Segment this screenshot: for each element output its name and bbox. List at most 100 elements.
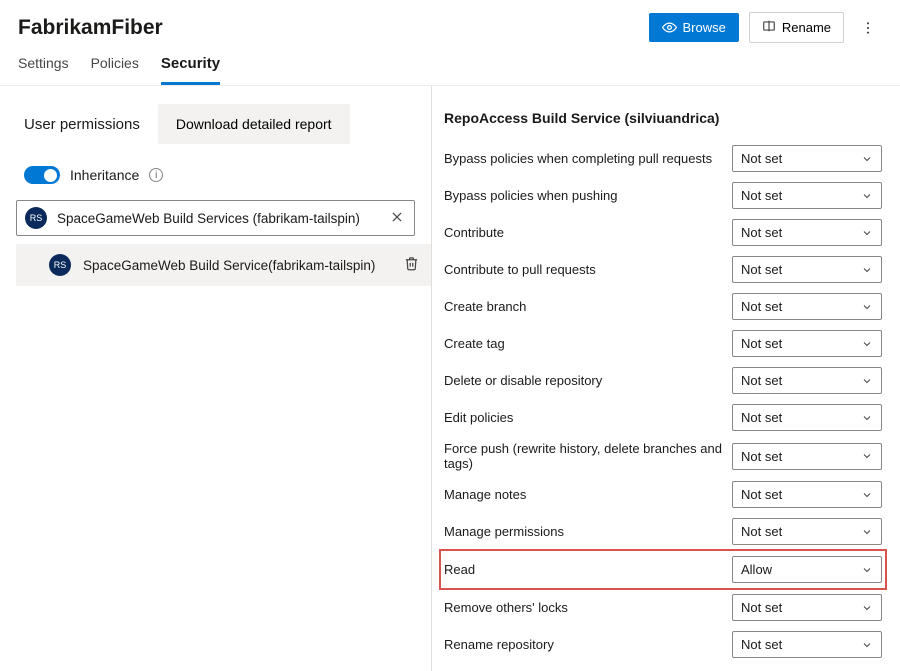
browse-label: Browse (683, 20, 726, 35)
permission-value: Not set (741, 487, 782, 502)
rename-label: Rename (782, 20, 831, 35)
user-permissions-heading: User permissions (24, 116, 140, 133)
delete-identity-button[interactable] (404, 256, 419, 274)
inheritance-toggle[interactable] (24, 166, 60, 184)
permission-select[interactable]: Not set (732, 404, 882, 431)
tab-security[interactable]: Security (161, 55, 220, 85)
download-report-button[interactable]: Download detailed report (158, 104, 350, 144)
permission-label: Create tag (444, 336, 724, 351)
permission-row: Force push (rewrite history, delete bran… (440, 436, 886, 476)
permission-value: Not set (741, 225, 782, 240)
permission-value: Not set (741, 299, 782, 314)
chevron-down-icon (861, 153, 873, 165)
page-header: FabrikamFiber Browse Rename (0, 0, 900, 43)
permission-select[interactable]: Not set (732, 256, 882, 283)
inheritance-label: Inheritance (70, 167, 139, 183)
chevron-down-icon (861, 526, 873, 538)
permission-label: Edit policies (444, 410, 724, 425)
permission-value: Not set (741, 151, 782, 166)
chevron-down-icon (861, 301, 873, 313)
eye-icon (662, 20, 677, 35)
permission-label: Manage permissions (444, 524, 724, 539)
permission-label: Create branch (444, 299, 724, 314)
permission-row: Bypass policies when pushing Not set (440, 177, 886, 214)
permission-select[interactable]: Not set (732, 330, 882, 357)
identity-list-item[interactable]: RS SpaceGameWeb Build Service(fabrikam-t… (16, 244, 431, 286)
chevron-down-icon (861, 450, 873, 462)
chevron-down-icon (861, 602, 873, 614)
chevron-down-icon (861, 264, 873, 276)
identity-search-input[interactable]: RS SpaceGameWeb Build Services (fabrikam… (16, 200, 415, 236)
permission-label: Rename repository (444, 637, 724, 652)
permissions-list: Bypass policies when completing pull req… (440, 140, 886, 663)
chevron-down-icon (861, 375, 873, 387)
permission-label: Force push (rewrite history, delete bran… (444, 441, 724, 471)
permission-select[interactable]: Not set (732, 145, 882, 172)
rename-button[interactable]: Rename (749, 12, 844, 43)
page-title: FabrikamFiber (18, 16, 649, 40)
permission-select[interactable]: Not set (732, 631, 882, 658)
permission-value: Not set (741, 262, 782, 277)
header-actions: Browse Rename (649, 12, 883, 43)
permission-row: Contribute to pull requestsNot set (440, 251, 886, 288)
permission-label: Remove others' locks (444, 600, 724, 615)
permission-value: Not set (741, 524, 782, 539)
permission-row: Manage permissions Not set (440, 513, 886, 550)
chevron-down-icon (861, 412, 873, 424)
permission-row: Create tag Not set (440, 325, 886, 362)
browse-button[interactable]: Browse (649, 13, 739, 42)
content: User permissions Download detailed repor… (0, 86, 900, 671)
avatar: RS (49, 254, 71, 276)
permission-value: Allow (741, 562, 772, 577)
permissions-heading: RepoAccess Build Service (silviuandrica) (444, 110, 886, 126)
permission-select[interactable]: Not set (732, 182, 882, 209)
more-menu-button[interactable] (854, 14, 882, 42)
right-panel: RepoAccess Build Service (silviuandrica)… (432, 86, 900, 671)
permission-row: Contribute Not set (440, 214, 886, 251)
left-panel: User permissions Download detailed repor… (0, 86, 432, 671)
permission-value: Not set (741, 410, 782, 425)
permission-row: Delete or disable repository Not set (440, 362, 886, 399)
permission-label: Contribute (444, 225, 724, 240)
permission-select[interactable]: Not set (732, 367, 882, 394)
search-value: SpaceGameWeb Build Services (fabrikam-ta… (57, 211, 388, 226)
permission-select[interactable]: Not set (732, 443, 882, 470)
info-icon[interactable]: i (149, 168, 163, 182)
permission-value: Not set (741, 188, 782, 203)
permission-select[interactable]: Not set (732, 518, 882, 545)
permission-row: Create branch Not set (440, 288, 886, 325)
permission-label: Bypass policies when pushing (444, 188, 724, 203)
left-panel-header: User permissions Download detailed repor… (16, 98, 431, 156)
permission-value: Not set (741, 637, 782, 652)
chevron-down-icon (861, 227, 873, 239)
permission-row: Rename repository Not set (440, 626, 886, 663)
permission-row: Bypass policies when completing pull req… (440, 140, 886, 177)
permission-label: Manage notes (444, 487, 724, 502)
tab-settings[interactable]: Settings (18, 55, 69, 85)
permission-label: Bypass policies when completing pull req… (444, 151, 724, 166)
permission-select[interactable]: Not set (732, 219, 882, 246)
permission-select[interactable]: Allow (732, 556, 882, 583)
permission-row: Edit policies Not set (440, 399, 886, 436)
clear-search-button[interactable] (388, 208, 406, 229)
tab-policies[interactable]: Policies (91, 55, 139, 85)
tabs: Settings Policies Security (0, 43, 900, 86)
permission-value: Not set (741, 449, 782, 464)
permission-value: Not set (741, 336, 782, 351)
permission-select[interactable]: Not set (732, 293, 882, 320)
permission-select[interactable]: Not set (732, 594, 882, 621)
rename-icon (762, 19, 776, 36)
chevron-down-icon (861, 564, 873, 576)
permission-value: Not set (741, 373, 782, 388)
permission-row: Read Allow (440, 550, 886, 589)
identity-name: SpaceGameWeb Build Service(fabrikam-tail… (83, 258, 392, 273)
permission-label: Read (444, 562, 724, 577)
trash-icon (404, 256, 419, 271)
permission-select[interactable]: Not set (732, 481, 882, 508)
permission-row: Manage notes Not set (440, 476, 886, 513)
chevron-down-icon (861, 338, 873, 350)
permission-row: Remove others' locks Not set (440, 589, 886, 626)
chevron-down-icon (861, 190, 873, 202)
permission-label: Delete or disable repository (444, 373, 724, 388)
close-icon (390, 210, 404, 224)
